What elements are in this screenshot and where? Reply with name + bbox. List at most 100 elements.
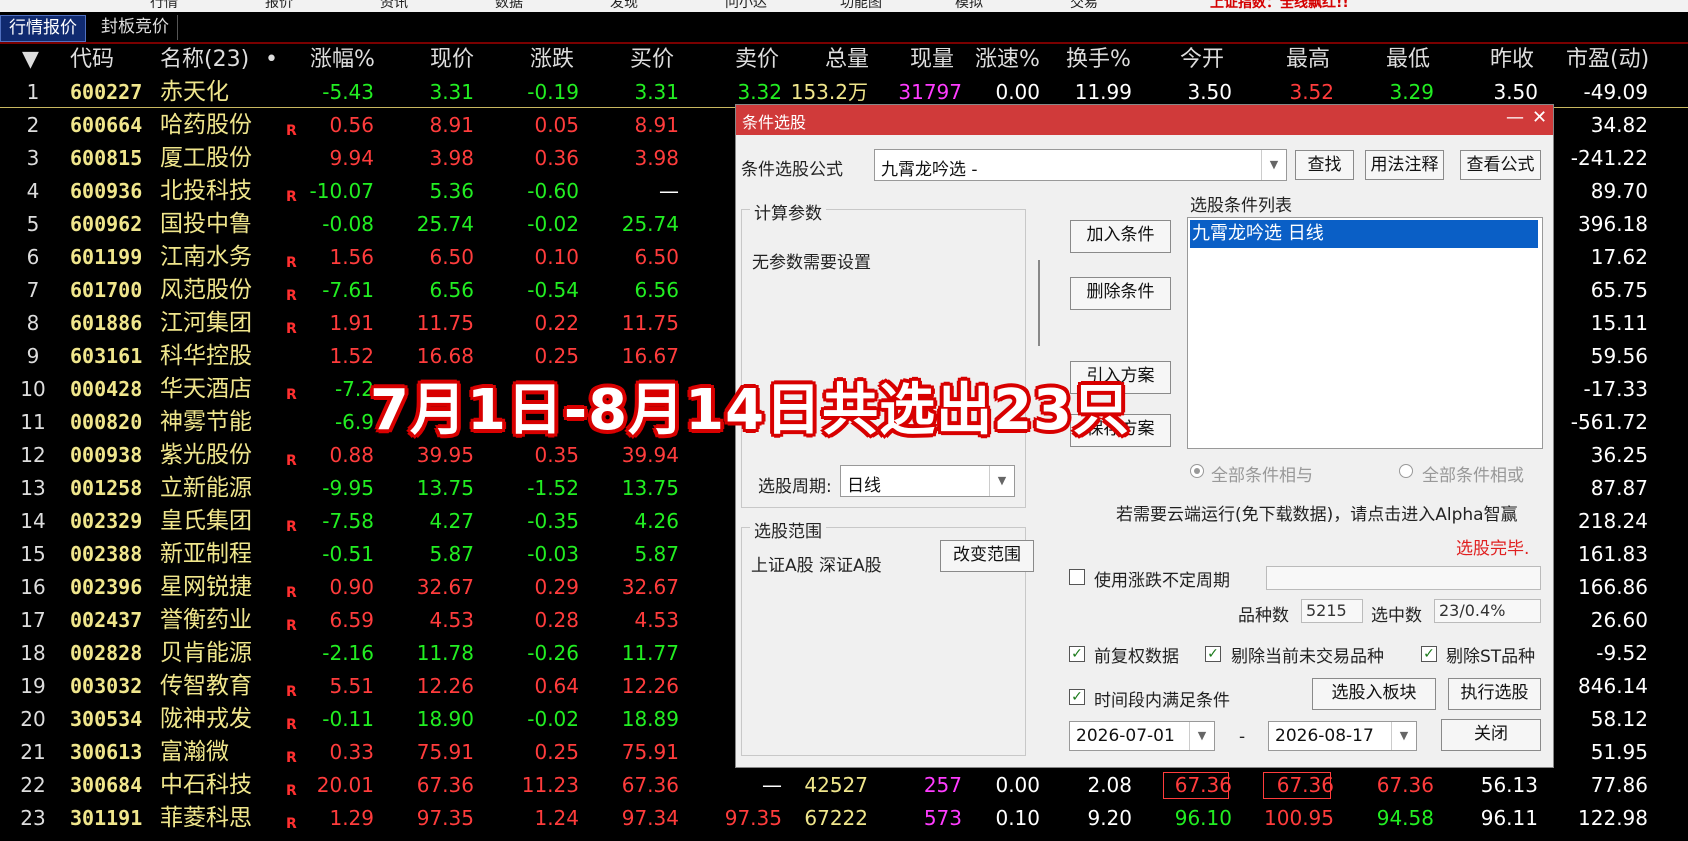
usage-notes-button[interactable]: 用法注释 bbox=[1365, 150, 1444, 180]
cell-price: 18.90 bbox=[416, 707, 474, 731]
cell-diff: 1.24 bbox=[534, 806, 579, 830]
cell-name: 皇氏集团 bbox=[160, 508, 252, 534]
cell-pe: -561.72 bbox=[1570, 410, 1648, 434]
cell-bid: 11.77 bbox=[621, 641, 679, 665]
var-period-label: 使用涨跌不定周期 bbox=[1094, 571, 1230, 591]
cell-code: 600227 bbox=[70, 80, 143, 104]
formula-select[interactable]: 九霄龙吟选 - ▼ bbox=[874, 149, 1287, 181]
cell-chg: -7.2 bbox=[334, 377, 374, 401]
exclude-notrade-checkbox[interactable]: ✓ bbox=[1205, 646, 1221, 662]
find-button[interactable]: 查找 bbox=[1295, 150, 1354, 180]
cell-price: 4.53 bbox=[429, 608, 474, 632]
column-header[interactable]: • bbox=[265, 44, 278, 76]
menu-item[interactable]: 数据 bbox=[495, 0, 523, 12]
fq-checkbox[interactable]: ✓ bbox=[1069, 646, 1085, 662]
cell-price: 5.36 bbox=[429, 179, 474, 203]
period-select[interactable]: 日线 ▼ bbox=[840, 465, 1015, 497]
cell-code: 600815 bbox=[70, 146, 143, 170]
cell-code: 603161 bbox=[70, 344, 143, 368]
cell-name: 菲菱科思 bbox=[160, 805, 252, 831]
cell-name: 新亚制程 bbox=[160, 541, 252, 567]
column-header[interactable]: 买价 bbox=[630, 44, 674, 76]
change-scope-button[interactable]: 改变范围 bbox=[940, 540, 1034, 572]
cell-idx: 3 bbox=[26, 146, 40, 170]
cell-idx: 15 bbox=[20, 542, 46, 566]
menu-item[interactable]: 模拟 bbox=[955, 0, 983, 12]
table-row[interactable]: 22 300684 中石科技 R 20.01 67.36 11.23 67.36—42527 2… bbox=[0, 769, 1688, 802]
column-header[interactable]: 名称(23) bbox=[160, 44, 249, 76]
menu-item[interactable]: 资讯 bbox=[380, 0, 408, 12]
add-condition-button[interactable]: 加入条件 bbox=[1070, 220, 1171, 253]
menu-item[interactable]: 问小达 bbox=[725, 0, 767, 12]
close-icon[interactable]: ✕ bbox=[1532, 107, 1547, 128]
selected-value: 23/0.4% bbox=[1434, 599, 1541, 623]
cell-name: 国投中鲁 bbox=[160, 211, 252, 237]
column-header[interactable]: ▼ bbox=[22, 44, 39, 76]
date-from-value: 2026-07-01 bbox=[1076, 726, 1175, 746]
cell-prev: 96.11 bbox=[1480, 806, 1538, 830]
menu-item[interactable]: 发现 bbox=[610, 0, 638, 12]
all-and-radio[interactable] bbox=[1190, 464, 1204, 478]
scope-value: 上证A股 深证A股 bbox=[751, 556, 882, 576]
column-header[interactable]: 最低 bbox=[1386, 44, 1430, 76]
params-scrollbar[interactable] bbox=[1038, 260, 1040, 346]
close-button[interactable]: 关闭 bbox=[1441, 719, 1541, 751]
run-selection-button[interactable]: 执行选股 bbox=[1448, 678, 1541, 710]
view-formula-button[interactable]: 查看公式 bbox=[1460, 150, 1541, 180]
column-header[interactable]: 市盈(动) bbox=[1566, 44, 1649, 76]
tab-quotes[interactable]: 行情报价 bbox=[0, 15, 86, 42]
tab-limit-up-auction[interactable]: 封板竞价 bbox=[93, 15, 178, 40]
column-header[interactable]: 卖价 bbox=[735, 44, 779, 76]
cell-diff: 0.64 bbox=[534, 674, 579, 698]
cell-diff: 11.23 bbox=[521, 773, 579, 797]
period-value: 日线 bbox=[847, 476, 881, 496]
scope-group: 选股范围 上证A股 深证A股 改变范围 bbox=[741, 517, 1034, 756]
cell-idx: 14 bbox=[20, 509, 46, 533]
cell-name: 传智教育 bbox=[160, 673, 252, 699]
date-from-picker[interactable]: 2026-07-01 ▼ bbox=[1069, 721, 1215, 751]
cell-price: 3.98 bbox=[429, 146, 474, 170]
column-header[interactable]: 涨幅% bbox=[310, 44, 375, 76]
cell-bid: — bbox=[659, 179, 679, 203]
menu-item[interactable]: 交易 bbox=[1070, 0, 1098, 12]
var-period-checkbox[interactable] bbox=[1069, 569, 1085, 585]
column-header[interactable]: 现价 bbox=[430, 44, 474, 76]
column-header[interactable]: 涨速% bbox=[975, 44, 1040, 76]
cell-diff: -0.60 bbox=[527, 179, 579, 203]
cell-name: 贝肯能源 bbox=[160, 640, 252, 666]
condition-list[interactable]: 九霄龙吟选 日线 bbox=[1187, 217, 1543, 449]
cell-code: 002396 bbox=[70, 575, 143, 599]
column-header[interactable]: 现量 bbox=[910, 44, 954, 76]
column-header[interactable]: 换手% bbox=[1066, 44, 1131, 76]
menu-item[interactable]: 功能图 bbox=[840, 0, 882, 12]
minimize-icon[interactable]: — bbox=[1506, 107, 1524, 128]
column-header[interactable]: 涨跌 bbox=[530, 44, 574, 76]
column-header[interactable]: 最高 bbox=[1286, 44, 1330, 76]
cloud-run-link[interactable]: 若需要云端运行(免下载数据)，请点击进入Alpha智赢 bbox=[1116, 500, 1518, 525]
cell-price: 13.75 bbox=[416, 476, 474, 500]
var-period-field[interactable] bbox=[1266, 566, 1541, 590]
column-header[interactable]: 总量 bbox=[825, 44, 869, 76]
column-header[interactable]: 代码 bbox=[70, 44, 114, 76]
cell-idx: 8 bbox=[26, 311, 40, 335]
cell-name: 立新能源 bbox=[160, 475, 252, 501]
table-row[interactable]: 23 301191 菲菱科思 R 1.29 97.35 1.24 97.34 97.35 6722… bbox=[0, 802, 1688, 835]
menu-item[interactable]: 报价 bbox=[265, 0, 293, 12]
cell-code: 000938 bbox=[70, 443, 143, 467]
scope-label: 选股范围 bbox=[750, 517, 826, 542]
delete-condition-button[interactable]: 删除条件 bbox=[1070, 277, 1171, 310]
column-header[interactable]: 昨收 bbox=[1490, 44, 1534, 76]
column-header[interactable]: 今开 bbox=[1180, 44, 1224, 76]
exclude-st-checkbox[interactable]: ✓ bbox=[1421, 646, 1437, 662]
time-range-checkbox[interactable]: ✓ bbox=[1069, 689, 1085, 705]
add-to-block-button[interactable]: 选股入板块 bbox=[1312, 678, 1436, 710]
cell-bid: 8.91 bbox=[634, 113, 679, 137]
date-to-picker[interactable]: 2026-08-17 ▼ bbox=[1268, 721, 1417, 751]
cell-diff: -0.02 bbox=[527, 212, 579, 236]
condition-list-item[interactable]: 九霄龙吟选 日线 bbox=[1190, 220, 1538, 248]
cell-name: 陇神戎发 bbox=[160, 706, 252, 732]
all-or-radio[interactable] bbox=[1399, 464, 1413, 478]
cell-cur: 573 bbox=[923, 806, 962, 830]
cell-name: 中石科技 bbox=[160, 772, 252, 798]
menu-item[interactable]: 行情 bbox=[150, 0, 178, 12]
